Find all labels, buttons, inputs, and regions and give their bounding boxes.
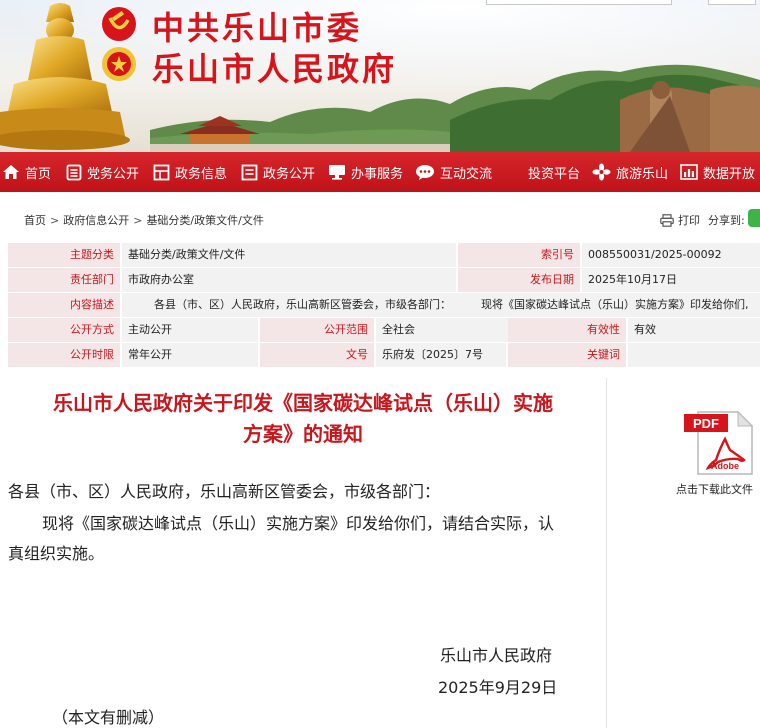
summary-part-addressee: 各县（市、区）人民政府，乐山高新区管委会，市级各部门： <box>154 298 451 311</box>
nav-item-label: 政务信息 <box>175 166 228 182</box>
nav-item-label: 数据开放 <box>703 166 756 182</box>
chat-bubble-icon <box>416 164 434 180</box>
article-addressee: 各县（市、区）人民政府，乐山高新区管委会，市级各部门： <box>8 482 441 501</box>
nav-item-services[interactable]: 办事服务 <box>328 152 403 192</box>
info-label-index-no: 索引号 <box>458 243 580 267</box>
banner-title-government: 乐山市人民政府 <box>152 50 398 88</box>
top-search-box[interactable] <box>486 0 672 5</box>
pdf-brand-text: Adobe <box>711 461 739 471</box>
info-value-doc-no: 乐府发〔2025〕7号 <box>376 343 506 367</box>
info-value-disclosure-period: 常年公开 <box>122 343 258 367</box>
info-label-department: 责任部门 <box>8 268 120 292</box>
nav-item-party-affairs[interactable]: 党务公开 <box>66 152 139 192</box>
banner-title-party: 中共乐山市委 <box>152 9 363 47</box>
nav-item-tourism[interactable]: 旅游乐山 <box>592 152 668 192</box>
breadcrumb-separator: > <box>133 214 143 227</box>
info-value-department: 市政府办公室 <box>122 268 456 292</box>
breadcrumb-category[interactable]: 基础分类/政策文件/文件 <box>146 214 263 227</box>
info-label-doc-no: 文号 <box>260 343 374 367</box>
bar-chart-icon <box>680 164 698 180</box>
breadcrumb: 首页 > 政府信息公开 > 基础分类/政策文件/文件 <box>24 212 264 228</box>
info-label-disclosure-scope: 公开范围 <box>260 318 374 342</box>
nav-item-government-info[interactable]: 政务信息 <box>153 152 227 192</box>
info-label-publish-date: 发布日期 <box>458 268 580 292</box>
breadcrumb-home[interactable]: 首页 <box>24 214 46 227</box>
info-label-topic-category: 主题分类 <box>8 243 120 267</box>
nav-item-government-affairs[interactable]: 政务公开 <box>241 152 315 192</box>
document-icon <box>66 164 82 180</box>
nav-item-home[interactable]: 首页 <box>2 152 51 192</box>
article-content: 乐山市人民政府关于印发《国家碳达峰试点（乐山）实施 方案》的通知 各县（市、区）… <box>0 378 607 728</box>
content-divider <box>606 378 607 728</box>
nav-item-label: 投资平台 <box>528 166 581 182</box>
nav-item-open-data[interactable]: 数据开放 <box>680 152 755 192</box>
grid-icon <box>153 164 170 180</box>
info-value-validity: 有效 <box>628 318 760 342</box>
home-icon <box>3 165 19 179</box>
party-and-national-emblem <box>102 7 136 81</box>
monitor-icon <box>329 165 345 180</box>
nav-item-label: 政务公开 <box>263 166 316 182</box>
article-note: （本文有删减） <box>52 708 165 727</box>
info-label-summary: 内容描述 <box>8 293 120 317</box>
article-signature: 乐山市人民政府 <box>440 646 553 665</box>
info-label-disclosure-period: 公开时限 <box>8 343 120 367</box>
info-value-index-no: 008550031/2025-00092 <box>582 243 760 267</box>
article-body-line2: 真组织实施。 <box>8 544 105 563</box>
info-value-disclosure-mode: 主动公开 <box>122 318 258 342</box>
info-value-publish-date: 2025年10月17日 <box>582 268 760 292</box>
article-title-line1: 乐山市人民政府关于印发《国家碳达峰试点（乐山）实施 <box>53 391 553 415</box>
top-link-box[interactable] <box>708 0 756 5</box>
breadcrumb-separator: > <box>50 214 60 227</box>
info-label-disclosure-mode: 公开方式 <box>8 318 120 342</box>
print-label: 打印 <box>678 214 700 227</box>
main-nav: 首页 党务公开 政务信息 政务公开 办事服务 互动交流 投资平台 旅游乐山 数据… <box>0 152 760 192</box>
printer-icon <box>660 213 674 227</box>
breadcrumb-government-info[interactable]: 政府信息公开 <box>63 214 129 227</box>
download-file-link[interactable]: 点击下载此文件 <box>676 481 753 497</box>
document-info-table: 主题分类 基础分类/政策文件/文件 索引号 008550031/2025-000… <box>8 243 760 367</box>
nav-item-label: 旅游乐山 <box>616 166 669 182</box>
article-title-line2: 方案》的通知 <box>243 422 363 446</box>
nav-item-label: 办事服务 <box>351 166 404 182</box>
page: 中共乐山市委 乐山市人民政府 首页 党务公开 政务信息 政务公开 办事服务 互动… <box>0 0 760 728</box>
info-value-topic-category: 基础分类/政策文件/文件 <box>122 243 456 267</box>
wechat-share-icon[interactable] <box>748 209 760 227</box>
site-banner: 中共乐山市委 乐山市人民政府 <box>0 0 760 152</box>
share-label: 分享到: <box>708 214 745 227</box>
nav-item-interaction[interactable]: 互动交流 <box>415 152 492 192</box>
info-value-summary: 各县（市、区）人民政府，乐山高新区管委会，市级各部门： 现将《国家碳达峰试点（乐山… <box>122 293 760 317</box>
print-button[interactable]: 打印 <box>660 212 700 228</box>
article-body-line1: 现将《国家碳达峰试点（乐山）实施方案》印发给你们，请结合实际，认 <box>42 514 555 533</box>
nav-item-investment[interactable]: 投资平台 <box>528 152 580 192</box>
info-label-keywords: 关键词 <box>508 343 626 367</box>
info-value-keywords <box>628 343 760 367</box>
flower-icon <box>592 163 611 181</box>
info-label-validity: 有效性 <box>508 318 626 342</box>
board-icon <box>241 164 258 180</box>
article-title: 乐山市人民政府关于印发《国家碳达峰试点（乐山）实施 方案》的通知 <box>0 388 606 450</box>
nav-item-label: 党务公开 <box>87 166 140 182</box>
summary-part-body: 现将《国家碳达峰试点（乐山）实施方案》印发给你们, <box>481 298 749 311</box>
nav-item-label: 首页 <box>25 166 52 182</box>
article-date: 2025年9月29日 <box>438 678 558 697</box>
nav-item-label: 互动交流 <box>440 166 493 182</box>
pdf-badge-text: PDF <box>693 416 719 431</box>
